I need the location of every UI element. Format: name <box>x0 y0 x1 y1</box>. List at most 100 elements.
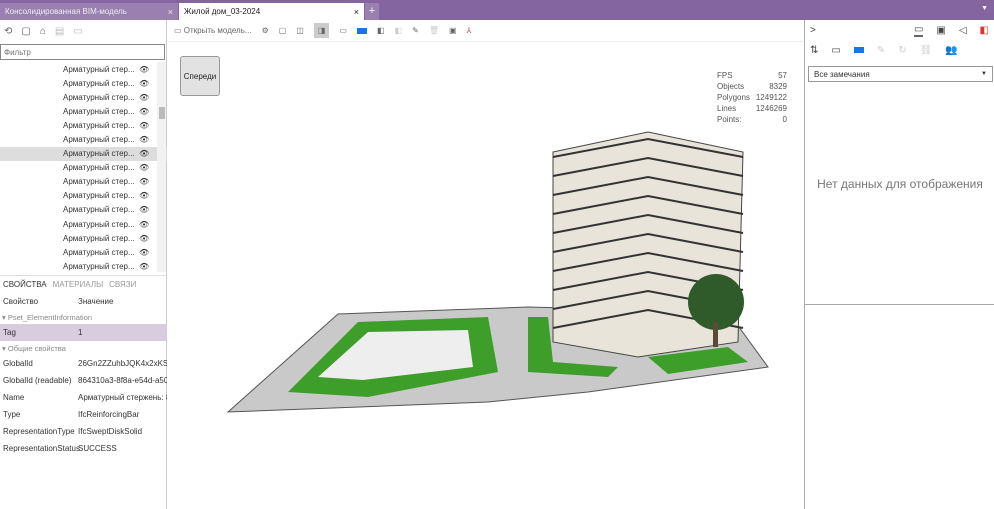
link-icon[interactable]: ⛓ <box>920 45 933 56</box>
fit-view-icon[interactable]: ▢ <box>279 26 287 35</box>
scrollbar[interactable] <box>157 62 166 272</box>
group-common[interactable]: ▾ Общие свойства <box>0 341 167 355</box>
add-tab-button[interactable]: + <box>365 3 379 20</box>
isolate-icon[interactable]: ⌂ <box>40 26 46 37</box>
tab-residential-building[interactable]: Жилой дом_03-2024 × <box>179 3 364 20</box>
eye-icon[interactable]: 👁 <box>139 248 149 257</box>
assign-icon[interactable]: 👥 <box>945 45 957 56</box>
history-icon[interactable]: ⟲ <box>4 26 12 37</box>
3d-viewport[interactable]: ▭ Открыть модель... ⚙ ▢ ◫ ◨ ▭ ◧ ◧ ✎ 🗑 ▣ … <box>168 20 803 509</box>
tree-item[interactable]: Арматурный стер... 👁 <box>0 132 167 146</box>
tree-item-label: Арматурный стер... <box>63 163 135 173</box>
expand-icon[interactable]: > <box>810 25 816 36</box>
eye-icon[interactable]: 👁 <box>139 234 149 243</box>
settings-icon[interactable]: ⚙ <box>262 26 269 35</box>
viewpoint-icon[interactable]: ◁ <box>959 25 967 36</box>
tree-item[interactable]: Арматурный стер... 👁 <box>0 245 167 259</box>
tab-consolidated-model[interactable]: Консолидированная BIM-модель × <box>0 3 178 20</box>
eye-icon[interactable]: 👁 <box>139 79 149 88</box>
tree-item-label: Арматурный стер... <box>63 78 135 88</box>
sort-icon[interactable]: ⇅ <box>810 45 818 56</box>
chevron-down-icon[interactable]: ▼ <box>981 5 988 12</box>
user-view-icon[interactable]: ▣ <box>936 25 945 36</box>
stat-label: Lines <box>717 104 737 113</box>
issues-filter-select[interactable]: Все замечания ▼ <box>808 66 993 82</box>
axes-icon[interactable]: ⅄ <box>467 26 472 35</box>
tree-item[interactable]: Арматурный стер... 👁 <box>0 161 167 175</box>
property-key: Name <box>3 393 25 402</box>
tree-item-label: Арматурный стер... <box>63 205 135 215</box>
group-pset[interactable]: ▾ Pset_ElementInformation <box>0 310 167 324</box>
isolate-icon[interactable]: ◧ <box>377 26 385 35</box>
eye-icon[interactable]: 👁 <box>139 220 149 229</box>
tree-item[interactable]: Арматурный стер... 👁 <box>0 90 167 104</box>
tree-item[interactable]: Арматурный стер... 👁 <box>0 62 167 76</box>
tree-item[interactable]: Арматурный стер... 👁 <box>0 76 167 90</box>
eye-icon[interactable]: 👁 <box>139 191 149 200</box>
building-model <box>226 131 769 413</box>
property-row[interactable]: RepresentationType IfcSweptDiskSolid <box>0 423 167 440</box>
color-icon[interactable] <box>853 47 864 53</box>
tab-properties[interactable]: СВОЙСТВА <box>3 280 47 289</box>
close-icon[interactable]: × <box>354 7 359 17</box>
eye-icon[interactable]: 👁 <box>139 135 149 144</box>
tab-relations[interactable]: СВЯЗИ <box>109 280 136 289</box>
chart-icon[interactable]: ▭ <box>73 26 82 37</box>
open-model-button[interactable]: ▭ Открыть модель... <box>174 26 252 35</box>
tree-item[interactable]: Арматурный стер... 👁 <box>0 259 167 273</box>
open-model-label: Открыть модель... <box>183 26 252 35</box>
eye-icon[interactable]: 👁 <box>139 262 149 271</box>
tree-item[interactable]: Арматурный стер... 👁 <box>0 189 167 203</box>
tree-item[interactable]: Арматурный стер... 👁 <box>0 231 167 245</box>
stat-value: 1246269 <box>755 104 787 113</box>
eye-icon[interactable]: 👁 <box>139 93 149 102</box>
property-row[interactable]: GlobalId (readable) 864310a3-8f8a-e54d-a5… <box>0 372 167 389</box>
property-row[interactable]: Name Арматурный стержень: 8 <box>0 389 167 406</box>
tree-item[interactable]: Арматурный стер... 👁 <box>0 118 167 132</box>
annotations-icon[interactable]: ▭ <box>913 24 924 37</box>
eye-icon[interactable]: 👁 <box>139 121 149 130</box>
viewport-toolbar: ▭ Открыть модель... ⚙ ▢ ◫ ◨ ▭ ◧ ◧ ✎ 🗑 ▣ … <box>168 20 803 42</box>
scrollbar-thumb[interactable] <box>159 107 165 119</box>
tree-item-label: Арматурный стер... <box>63 135 135 145</box>
tree-item[interactable]: Арматурный стер... 👁 <box>0 203 167 217</box>
tab-label: Консолидированная BIM-модель <box>5 7 127 16</box>
hide-icon[interactable]: ◧ <box>395 26 403 35</box>
section-icon[interactable]: ◫ <box>296 26 304 35</box>
header-key: Свойство <box>3 297 39 306</box>
refresh-icon[interactable]: ↻ <box>898 45 906 56</box>
property-row[interactable]: Tag 1 <box>0 324 167 341</box>
property-row[interactable]: RepresentationStatus SUCCESS <box>0 440 167 457</box>
tree-item[interactable]: Арматурный стер... 👁 <box>0 217 167 231</box>
stat-value: 57 <box>778 71 787 80</box>
eye-icon[interactable]: 👁 <box>139 107 149 116</box>
tree-item[interactable]: Арматурный стер... 👁 <box>0 175 167 189</box>
camera-icon[interactable]: ▣ <box>449 26 457 35</box>
stat-row: Polygons 1249122 <box>717 92 787 103</box>
eye-icon[interactable]: 👁 <box>139 149 149 158</box>
comment-icon[interactable]: ▭ <box>831 45 840 56</box>
split-view-icon[interactable]: ◨ <box>313 23 330 38</box>
property-row[interactable]: GlobalId 26Gn2ZZuhbJQK4x2xKSpf <box>0 355 167 372</box>
hide-icon[interactable]: ▤ <box>55 26 64 37</box>
close-icon[interactable]: × <box>168 7 173 17</box>
filter-input[interactable] <box>0 44 165 60</box>
stat-label: Points: <box>717 115 742 124</box>
group-label: Общие свойства <box>7 343 66 353</box>
eye-icon[interactable]: 👁 <box>139 205 149 214</box>
tab-materials[interactable]: МАТЕРИАЛЫ <box>53 280 104 289</box>
comment-icon[interactable]: ▭ <box>339 26 347 35</box>
trash-icon[interactable]: 🗑 <box>429 26 439 35</box>
fit-icon[interactable]: ▢ <box>21 26 30 37</box>
property-row[interactable]: Type IfcReinforcingBar <box>0 406 167 423</box>
tree-item[interactable]: Арматурный стер... 👁 <box>0 104 167 118</box>
eye-icon[interactable]: 👁 <box>139 177 149 186</box>
eye-icon[interactable]: 👁 <box>139 65 149 74</box>
render-stats: FPS 57 Objects 8329 Polygons 1249122 Lines 1246… <box>717 70 787 125</box>
color-icon[interactable] <box>356 27 367 34</box>
edit-icon[interactable]: ✎ <box>877 45 885 56</box>
tree-item[interactable]: Арматурный стер... 👁 <box>0 146 167 161</box>
eye-icon[interactable]: 👁 <box>139 163 149 172</box>
report-icon[interactable]: ◧ <box>980 25 989 36</box>
measure-icon[interactable]: ✎ <box>412 26 419 35</box>
